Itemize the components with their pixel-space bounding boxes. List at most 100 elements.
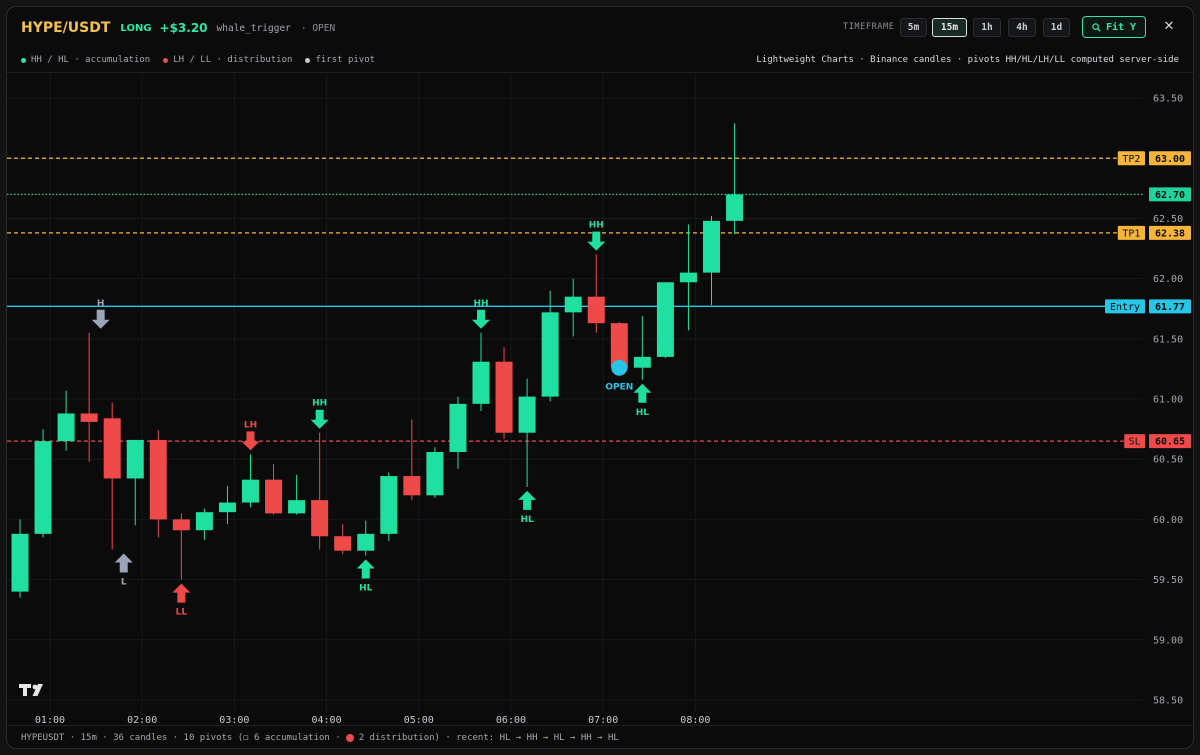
distribution-dot-icon xyxy=(345,734,354,742)
pivot-arrow-up-icon xyxy=(114,553,133,573)
y-tick-label: 59.50 xyxy=(1153,575,1183,586)
candle-body xyxy=(472,361,490,404)
candle-body xyxy=(288,500,306,514)
tradingview-logo-icon xyxy=(19,684,43,696)
pivot-label: H xyxy=(97,299,105,309)
x-tick-label: 01:00 xyxy=(35,715,65,724)
candle-body xyxy=(541,312,559,397)
price-line-name: SL xyxy=(1129,437,1141,448)
x-tick-label: 07:00 xyxy=(588,715,618,724)
price-chart[interactable]: 58.50 59.00 59.50 60.00 60.50 61.00 61.50 62.00… xyxy=(7,74,1194,726)
pivot-arrow-up-icon xyxy=(633,383,652,403)
candle-body xyxy=(703,220,720,273)
price-line-name: TP1 xyxy=(1122,228,1140,239)
price-line-value: 62.70 xyxy=(1155,190,1185,201)
pivot-arrow-up-icon xyxy=(356,559,375,579)
candle-body xyxy=(149,439,167,520)
position-side-badge: LONG xyxy=(120,22,152,34)
timeframe-4h-button[interactable]: 4h xyxy=(1008,18,1036,37)
legend-dot-icon xyxy=(305,57,311,63)
legend-dot-icon xyxy=(163,57,169,63)
price-line-name: Entry xyxy=(1110,302,1140,313)
legend-dot-icon xyxy=(21,57,26,63)
y-tick-label: 60.00 xyxy=(1153,515,1183,526)
pivot-label: HL xyxy=(359,584,373,594)
y-tick-label: 58.50 xyxy=(1153,695,1183,706)
candle-body xyxy=(403,476,421,496)
price-line-value: 62.38 xyxy=(1155,228,1185,239)
symbol-title: HYPE/USDT xyxy=(21,20,111,36)
y-tick-label: 62.00 xyxy=(1153,274,1183,285)
candle-body xyxy=(172,519,190,531)
candle-body xyxy=(357,533,375,551)
x-tick-label: 04:00 xyxy=(312,715,342,724)
y-tick-label: 62.50 xyxy=(1153,214,1183,225)
y-tick-label: 63.50 xyxy=(1153,94,1183,105)
candle-body xyxy=(449,403,467,452)
candlestick-chart-svg[interactable]: 58.50 59.00 59.50 60.00 60.50 61.00 61.50 62.00… xyxy=(7,74,1194,726)
price-line-name: TP2 xyxy=(1122,154,1140,165)
x-tick-label: 05:00 xyxy=(404,715,434,724)
pivot-arrow-up-icon xyxy=(172,583,191,603)
legend-label: first pivot xyxy=(315,55,376,65)
candle-body xyxy=(587,296,605,324)
timeframe-1h-button[interactable]: 1h xyxy=(973,18,1001,37)
candle-body xyxy=(57,413,75,442)
chart-footer: HYPEUSDT · 15m · 36 candles · 10 pivots … xyxy=(7,725,1193,748)
price-line-value: 63.00 xyxy=(1155,154,1185,165)
pivot-label: HH xyxy=(589,221,604,231)
x-tick-label: 02:00 xyxy=(127,715,157,724)
y-tick-label: 60.50 xyxy=(1153,455,1183,466)
y-tick-label: 59.00 xyxy=(1153,635,1183,646)
x-tick-label: 06:00 xyxy=(496,715,526,724)
pivot-label: HL xyxy=(520,515,534,525)
legend-label: LH / LL · distribution xyxy=(173,55,293,65)
candle-body xyxy=(242,479,259,503)
y-tick-label: 61.50 xyxy=(1153,334,1183,345)
timeframe-1d-button[interactable]: 1d xyxy=(1043,18,1070,37)
candle-body xyxy=(11,533,29,592)
candle-body xyxy=(518,396,536,433)
open-marker-label: OPEN xyxy=(605,383,633,393)
pivot-label: HH xyxy=(473,299,488,309)
timeframe-15m-button[interactable]: 15m xyxy=(932,18,967,37)
candle-body xyxy=(380,476,398,534)
candle-body xyxy=(656,282,674,357)
close-icon[interactable]: ✕ xyxy=(1159,15,1179,37)
pivot-label: L xyxy=(121,577,127,587)
candle-body xyxy=(426,451,444,496)
pivot-arrow-down-icon xyxy=(472,309,490,329)
pivot-label: HH xyxy=(312,399,327,409)
candle-body xyxy=(633,356,651,368)
candle-body xyxy=(726,194,744,221)
pivot-arrow-down-icon xyxy=(91,309,110,329)
chart-header: HYPE/USDT LONG +$3.20 whale_trigger · OP… xyxy=(7,7,1193,49)
pivot-label: LL xyxy=(176,608,188,618)
x-tick-label: 03:00 xyxy=(219,715,249,724)
pivot-arrow-down-icon xyxy=(310,409,329,429)
candle-body xyxy=(265,479,283,514)
x-tick-label: 08:00 xyxy=(680,715,710,724)
open-position-marker xyxy=(611,359,628,376)
trigger-name: whale_trigger xyxy=(216,22,291,34)
price-line-value: 61.77 xyxy=(1155,302,1185,313)
candle-body xyxy=(34,441,52,534)
pivot-arrow-down-icon xyxy=(587,231,606,251)
timeframe-5m-button[interactable]: 5m xyxy=(900,18,927,37)
candle-body xyxy=(495,361,513,433)
candle-body xyxy=(218,502,236,513)
candle-body xyxy=(564,296,582,313)
legend-label: HH / HL · accumulation xyxy=(31,55,151,65)
footer-summary-tail: 2 distribution) · recent: HL → HH → HL →… xyxy=(358,733,619,743)
candle-body xyxy=(334,536,352,551)
fit-y-button[interactable]: Fit Y xyxy=(1082,16,1146,38)
fit-y-label: Fit Y xyxy=(1105,21,1137,33)
pivot-arrow-down-icon xyxy=(241,431,260,451)
candle-body xyxy=(311,500,329,537)
candle-body xyxy=(103,418,121,479)
footer-summary: HYPEUSDT · 15m · 36 candles · 10 pivots … xyxy=(21,733,341,743)
candle-body xyxy=(126,439,144,479)
chart-window: HYPE/USDT LONG +$3.20 whale_trigger · OP… xyxy=(6,6,1194,749)
y-tick-label: 61.00 xyxy=(1153,395,1183,406)
pnl-value: +$3.20 xyxy=(159,21,208,35)
